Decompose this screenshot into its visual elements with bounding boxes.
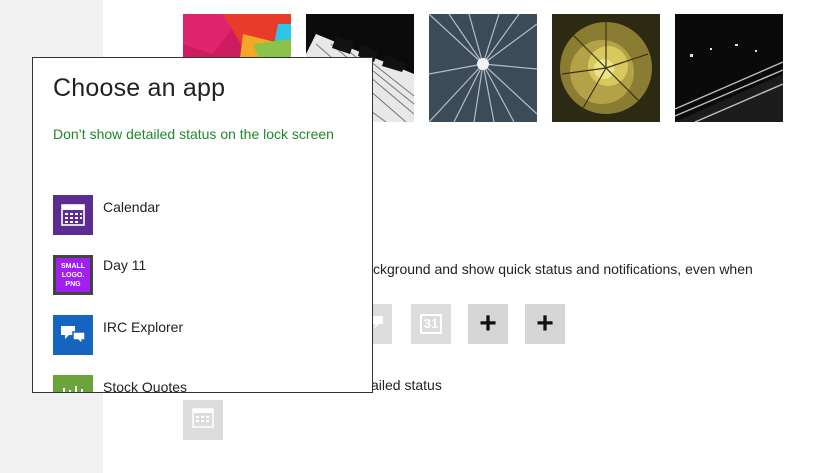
dont-show-detailed-status-link[interactable]: Don’t show detailed status on the lock s… <box>53 124 343 144</box>
app-option-day-11[interactable]: SMALL LOGO. PNG Day 11 <box>53 255 353 295</box>
app-option-label: Calendar <box>103 199 160 215</box>
plus-icon: + <box>536 307 554 340</box>
quick-status-tile-1[interactable] <box>370 304 392 344</box>
app-option-stock-quotes[interactable]: Stock Quotes <box>53 375 353 393</box>
detailed-status-label: ailed status <box>371 377 442 393</box>
app-option-label: IRC Explorer <box>103 319 184 335</box>
add-quick-status-app-button-2[interactable]: + <box>525 304 565 344</box>
lock-screen-image-5[interactable] <box>675 14 783 122</box>
choose-app-flyout: Choose an app Don’t show detailed status… <box>32 57 373 393</box>
calendar-icon <box>192 407 214 433</box>
small-logo-icon: SMALL LOGO. PNG <box>53 255 93 295</box>
app-option-label: Stock Quotes <box>103 379 188 393</box>
flyout-title: Choose an app <box>53 74 226 102</box>
stock-chart-icon <box>53 375 93 392</box>
lock-screen-image-3[interactable] <box>429 14 537 122</box>
plus-icon: + <box>479 307 497 340</box>
lock-screen-image-4[interactable] <box>552 14 660 122</box>
app-option-label: Day 11 <box>103 257 147 273</box>
calendar-31-icon: 31 <box>420 314 442 334</box>
lock-screen-apps-description: ckground and show quick status and notif… <box>373 261 753 277</box>
app-option-calendar[interactable]: Calendar <box>53 195 353 235</box>
app-option-irc-explorer[interactable]: IRC Explorer <box>53 315 353 355</box>
small-logo-placeholder: SMALL LOGO. PNG <box>56 258 90 292</box>
add-quick-status-app-button-1[interactable]: + <box>468 304 508 344</box>
chat-bubbles-icon <box>53 315 93 355</box>
chat-icon <box>371 312 391 337</box>
detailed-status-tile[interactable] <box>183 400 223 440</box>
quick-status-tile-2[interactable]: 31 <box>411 304 451 344</box>
calendar-icon <box>53 195 93 235</box>
